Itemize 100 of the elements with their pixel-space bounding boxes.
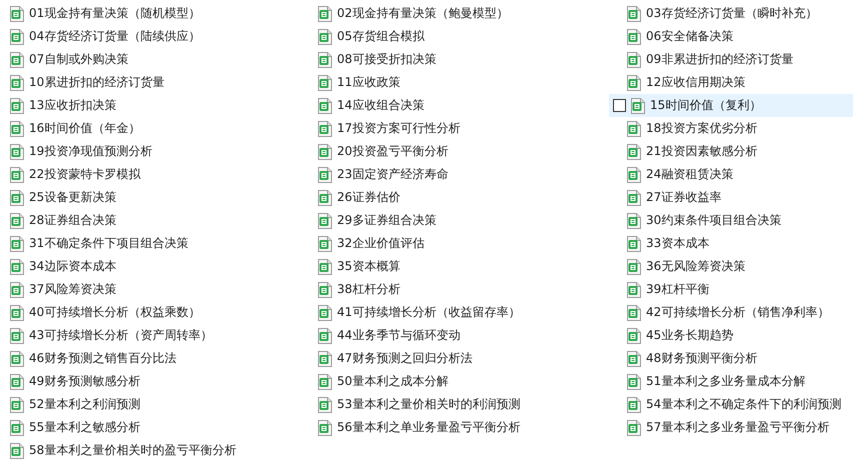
file-item[interactable]: 24融资租赁决策 xyxy=(609,163,853,186)
file-item[interactable]: 14应收组合决策 xyxy=(308,94,609,117)
file-item[interactable]: 58量本利之量价相关时的盈亏平衡分析 xyxy=(0,439,308,462)
file-item[interactable]: 07自制或外购决策 xyxy=(0,48,308,71)
file-item[interactable]: 05存货组合模拟 xyxy=(308,25,609,48)
file-item[interactable]: 19投资净现值预测分析 xyxy=(0,140,308,163)
file-item[interactable]: 18投资方案优劣分析 xyxy=(609,117,853,140)
file-item[interactable]: 21投资因素敏感分析 xyxy=(609,140,853,163)
checkbox[interactable] xyxy=(613,99,626,112)
file-item[interactable]: 51量本利之多业务量成本分解 xyxy=(609,370,853,393)
file-item[interactable]: 25设备更新决策 xyxy=(0,186,308,209)
file-item[interactable]: 37风险筹资决策 xyxy=(0,278,308,301)
file-item[interactable]: 32企业价值评估 xyxy=(308,232,609,255)
spreadsheet-file-icon xyxy=(318,166,332,182)
spreadsheet-file-icon xyxy=(10,396,24,412)
file-item[interactable]: 43可持续增长分析（资产周转率） xyxy=(0,324,308,347)
spreadsheet-file-icon xyxy=(627,374,641,390)
file-item[interactable]: 44业务季节与循环变动 xyxy=(308,324,609,347)
file-item[interactable]: 08可接受折扣决策 xyxy=(308,48,609,71)
file-item[interactable]: 34边际资本成本 xyxy=(0,255,308,278)
file-item[interactable]: 27证券收益率 xyxy=(609,186,853,209)
file-item[interactable]: 52量本利之利润预测 xyxy=(0,393,308,416)
file-item[interactable]: 10累进折扣的经济订货量 xyxy=(0,71,308,94)
spreadsheet-file-icon xyxy=(627,258,641,274)
file-name: 10累进折扣的经济订货量 xyxy=(29,74,164,91)
spreadsheet-file-icon xyxy=(627,144,641,160)
file-item[interactable]: 38杠杆分析 xyxy=(308,278,609,301)
file-name: 58量本利之量价相关时的盈亏平衡分析 xyxy=(29,442,236,459)
spreadsheet-file-icon xyxy=(318,74,332,90)
file-name: 16时间价值（年金） xyxy=(29,120,140,137)
file-item[interactable]: 53量本利之量价相关时的利润预测 xyxy=(308,393,609,416)
spreadsheet-file-icon xyxy=(627,166,641,182)
file-name: 15时间价值（复利） xyxy=(650,97,762,114)
file-name: 25设备更新决策 xyxy=(29,189,116,206)
file-name: 08可接受折扣决策 xyxy=(337,51,436,68)
file-item[interactable]: 23固定资产经济寿命 xyxy=(308,163,609,186)
file-name: 34边际资本成本 xyxy=(29,258,116,275)
file-item[interactable]: 33资本成本 xyxy=(609,232,853,255)
file-item[interactable]: 39杠杆平衡 xyxy=(609,278,853,301)
file-item[interactable]: 57量本利之多业务量盈亏平衡分析 xyxy=(609,416,853,439)
file-item[interactable]: 02现金持有量决策（鲍曼模型） xyxy=(308,2,609,25)
file-item[interactable]: 30约束条件项目组合决策 xyxy=(609,209,853,232)
file-name: 39杠杆平衡 xyxy=(646,281,710,298)
file-item[interactable]: 29多证券组合决策 xyxy=(308,209,609,232)
spreadsheet-file-icon xyxy=(627,52,641,68)
file-item[interactable]: 36无风险筹资决策 xyxy=(609,255,853,278)
file-item[interactable]: 54量本利之不确定条件下的利润预测 xyxy=(609,393,853,416)
file-name: 55量本利之敏感分析 xyxy=(29,419,140,436)
spreadsheet-file-icon xyxy=(627,282,641,298)
file-item[interactable]: 01现金持有量决策（随机模型） xyxy=(0,2,308,25)
file-item[interactable]: 13应收折扣决策 xyxy=(0,94,308,117)
file-item[interactable]: 45业务长期趋势 xyxy=(609,324,853,347)
file-item[interactable]: 49财务预测敏感分析 xyxy=(0,370,308,393)
file-item[interactable]: 46财务预测之销售百分比法 xyxy=(0,347,308,370)
spreadsheet-file-icon xyxy=(10,166,24,182)
spreadsheet-file-icon xyxy=(627,396,641,412)
file-item[interactable]: 42可持续增长分析（销售净利率） xyxy=(609,301,853,324)
file-item[interactable]: 12应收信用期决策 xyxy=(609,71,853,94)
spreadsheet-file-icon xyxy=(627,304,641,320)
file-item[interactable]: 03存货经济订货量（瞬时补充） xyxy=(609,2,853,25)
file-item[interactable]: 56量本利之单业务量盈亏平衡分析 xyxy=(308,416,609,439)
file-name: 30约束条件项目组合决策 xyxy=(646,212,782,229)
file-item[interactable]: 17投资方案可行性分析 xyxy=(308,117,609,140)
file-item[interactable]: 41可持续增长分析（收益留存率） xyxy=(308,301,609,324)
file-item[interactable]: 04存货经济订货量（陆续供应） xyxy=(0,25,308,48)
spreadsheet-file-icon xyxy=(318,420,332,436)
spreadsheet-file-icon xyxy=(627,190,641,206)
file-name: 23固定资产经济寿命 xyxy=(337,166,448,183)
file-item[interactable]: 35资本概算 xyxy=(308,255,609,278)
file-item[interactable]: 50量本利之成本分解 xyxy=(308,370,609,393)
spreadsheet-file-icon xyxy=(318,120,332,136)
file-item[interactable]: 09非累进折扣的经济订货量 xyxy=(609,48,853,71)
spreadsheet-file-icon xyxy=(10,258,24,274)
file-item[interactable]: 48财务预测平衡分析 xyxy=(609,347,853,370)
file-item[interactable]: 20投资盈亏平衡分析 xyxy=(308,140,609,163)
file-item[interactable]: 55量本利之敏感分析 xyxy=(0,416,308,439)
file-name: 11应收政策 xyxy=(337,74,400,91)
spreadsheet-file-icon xyxy=(627,120,641,136)
file-item[interactable]: 15时间价值（复利） xyxy=(609,94,853,117)
file-item[interactable]: 11应收政策 xyxy=(308,71,609,94)
spreadsheet-file-icon xyxy=(10,28,24,44)
spreadsheet-file-icon xyxy=(10,350,24,366)
spreadsheet-file-icon xyxy=(318,282,332,298)
file-item[interactable]: 06安全储备决策 xyxy=(609,25,853,48)
file-name: 13应收折扣决策 xyxy=(29,97,116,114)
file-name: 53量本利之量价相关时的利润预测 xyxy=(337,396,520,413)
spreadsheet-file-icon xyxy=(10,212,24,228)
file-name: 12应收信用期决策 xyxy=(646,74,746,91)
spreadsheet-file-icon xyxy=(627,74,641,90)
file-item[interactable]: 28证券组合决策 xyxy=(0,209,308,232)
file-item[interactable]: 31不确定条件下项目组合决策 xyxy=(0,232,308,255)
file-item[interactable]: 16时间价值（年金） xyxy=(0,117,308,140)
file-name: 48财务预测平衡分析 xyxy=(646,350,758,367)
spreadsheet-file-icon xyxy=(10,304,24,320)
file-item[interactable]: 40可持续增长分析（权益乘数） xyxy=(0,301,308,324)
file-item[interactable]: 47财务预测之回归分析法 xyxy=(308,347,609,370)
file-item[interactable]: 26证券估价 xyxy=(308,186,609,209)
file-name: 24融资租赁决策 xyxy=(646,166,734,183)
file-name: 50量本利之成本分解 xyxy=(337,373,448,390)
file-item[interactable]: 22投资蒙特卡罗模拟 xyxy=(0,163,308,186)
